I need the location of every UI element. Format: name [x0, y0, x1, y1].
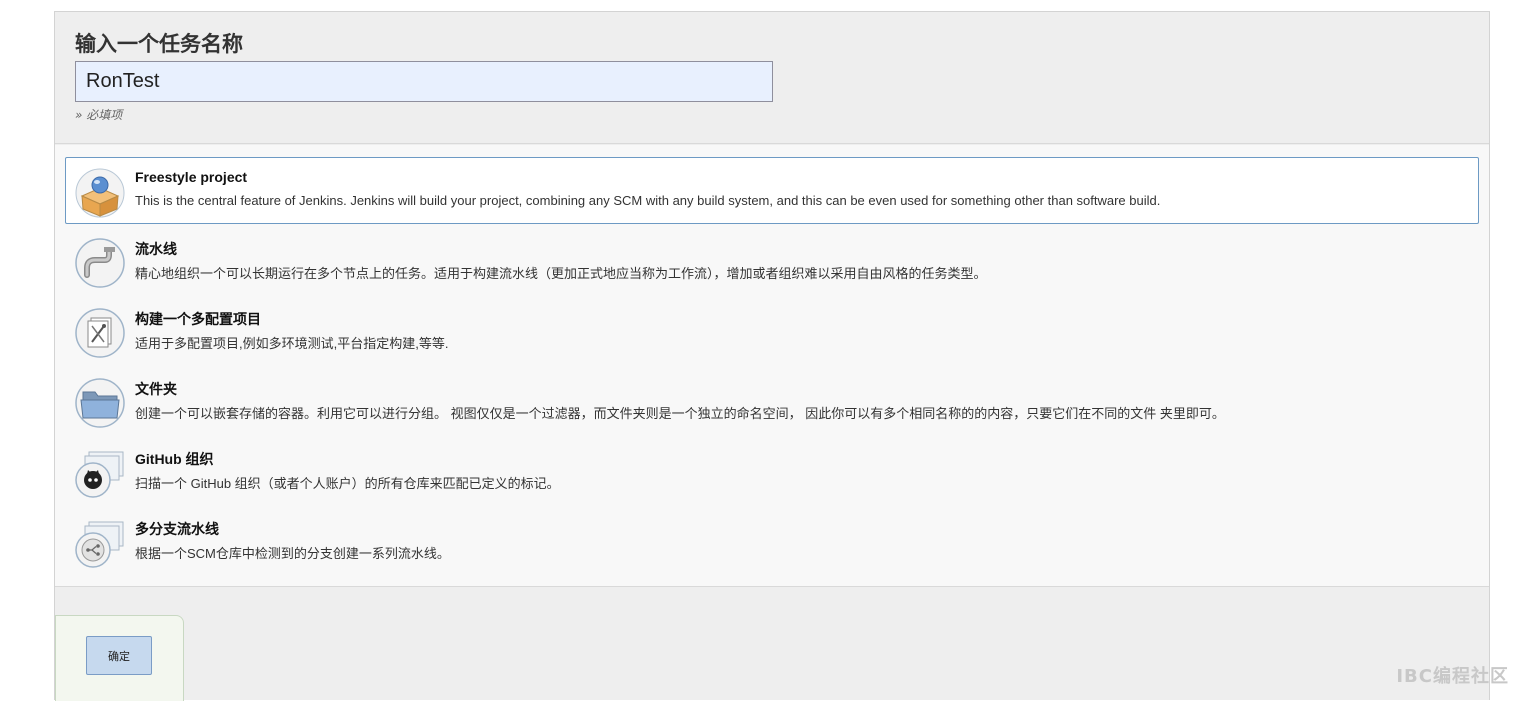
- item-title: 构建一个多配置项目: [135, 309, 261, 329]
- item-title: 多分支流水线: [135, 519, 219, 539]
- item-description: This is the central feature of Jenkins. …: [135, 193, 1160, 208]
- item-name-section: 输入一个任务名称 » 必填项: [55, 12, 1489, 144]
- item-type-multibranch-pipeline[interactable]: 多分支流水线 根据一个SCM仓库中检测到的分支创建一系列流水线。: [65, 507, 1479, 574]
- item-description: 精心地组织一个可以长期运行在多个节点上的任务。适用于构建流水线（更加正式地应当称…: [135, 263, 987, 282]
- required-note: » 必填项: [75, 106, 122, 123]
- item-type-pipeline[interactable]: 流水线 精心地组织一个可以长期运行在多个节点上的任务。适用于构建流水线（更加正式…: [65, 227, 1479, 294]
- multi-config-icon: [75, 308, 125, 358]
- item-name-input[interactable]: [75, 61, 773, 102]
- new-item-page: 输入一个任务名称 » 必填项 Freestyle project This is…: [54, 11, 1490, 700]
- ok-button[interactable]: 确定: [86, 636, 152, 675]
- item-type-list: Freestyle project This is the central fe…: [55, 145, 1489, 587]
- item-description: 根据一个SCM仓库中检测到的分支创建一系列流水线。: [135, 543, 450, 562]
- item-title: Freestyle project: [135, 169, 247, 185]
- folder-icon: [75, 378, 125, 428]
- item-title: 流水线: [135, 239, 177, 259]
- page-title: 输入一个任务名称: [75, 28, 243, 58]
- freestyle-project-icon: [75, 168, 125, 218]
- item-title: 文件夹: [135, 379, 177, 399]
- item-description: 创建一个可以嵌套存储的容器。利用它可以进行分组。 视图仅仅是一个过滤器，而文件夹…: [135, 403, 1225, 422]
- pipeline-icon: [75, 238, 125, 288]
- item-type-multi-config[interactable]: 构建一个多配置项目 适用于多配置项目,例如多环境测试,平台指定构建,等等.: [65, 297, 1479, 364]
- item-description: 适用于多配置项目,例如多环境测试,平台指定构建,等等.: [135, 333, 448, 352]
- item-type-freestyle[interactable]: Freestyle project This is the central fe…: [65, 157, 1479, 224]
- github-org-icon: [75, 448, 125, 498]
- item-title: GitHub 组织: [135, 449, 214, 469]
- watermark: IBC编程社区: [1396, 662, 1509, 688]
- item-type-folder[interactable]: 文件夹 创建一个可以嵌套存储的容器。利用它可以进行分组。 视图仅仅是一个过滤器，…: [65, 367, 1479, 434]
- item-description: 扫描一个 GitHub 组织（或者个人账户）的所有仓库来匹配已定义的标记。: [135, 473, 560, 492]
- item-type-github-org[interactable]: GitHub 组织 扫描一个 GitHub 组织（或者个人账户）的所有仓库来匹配…: [65, 437, 1479, 504]
- multibranch-pipeline-icon: [75, 518, 125, 568]
